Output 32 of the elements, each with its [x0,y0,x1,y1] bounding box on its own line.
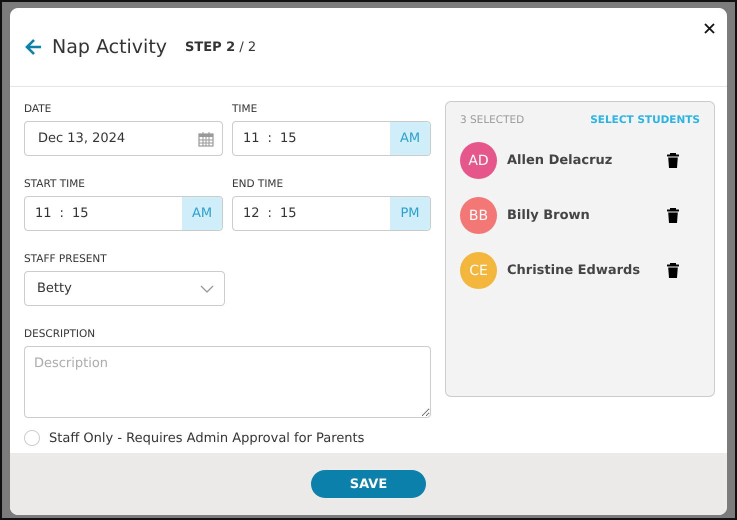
radio-label: Staff Only - Requires Admin Approval for Parents [49,430,364,446]
step-indicator: STEP 2 / 2 [185,40,256,54]
chevron-down-icon [200,284,214,292]
student-name: Allen Delacruz [507,153,614,168]
back-button[interactable] [24,37,44,57]
trash-icon [667,262,679,278]
field-label: START TIME [24,177,86,192]
selected-count: 3 SELECTED [460,114,524,126]
trash-icon [667,152,679,168]
date-field[interactable]: Dec 13, 2024 [24,121,223,156]
staff-only-radio[interactable] [24,430,40,446]
field-label: DATE [24,102,52,117]
time-field[interactable]: 11 : 15 AM [232,121,431,156]
field-label: STAFF PRESENT [24,252,108,267]
description-field[interactable]: Description [24,346,431,418]
avatar: CE [460,252,497,289]
field-label: DESCRIPTION [24,327,96,342]
arrow-left-icon [24,37,44,57]
trash-icon [667,206,679,222]
staff-dropdown[interactable]: Betty [24,271,225,306]
field-label: TIME [232,102,258,117]
student-name: Christine Edwards [507,263,642,278]
close-icon [702,22,716,34]
student-name: Billy Brown [507,208,591,223]
time-field[interactable]: 12 : 15 PM [232,196,431,231]
time-field[interactable]: 11 : 15 AM [24,196,223,231]
dialog-title: Nap Activity [52,36,168,58]
calendar-icon [198,130,214,146]
field-label: END TIME [232,177,284,192]
save-button[interactable]: SAVE [311,470,426,498]
avatar: AD [460,142,497,179]
avatar: BB [460,197,497,234]
